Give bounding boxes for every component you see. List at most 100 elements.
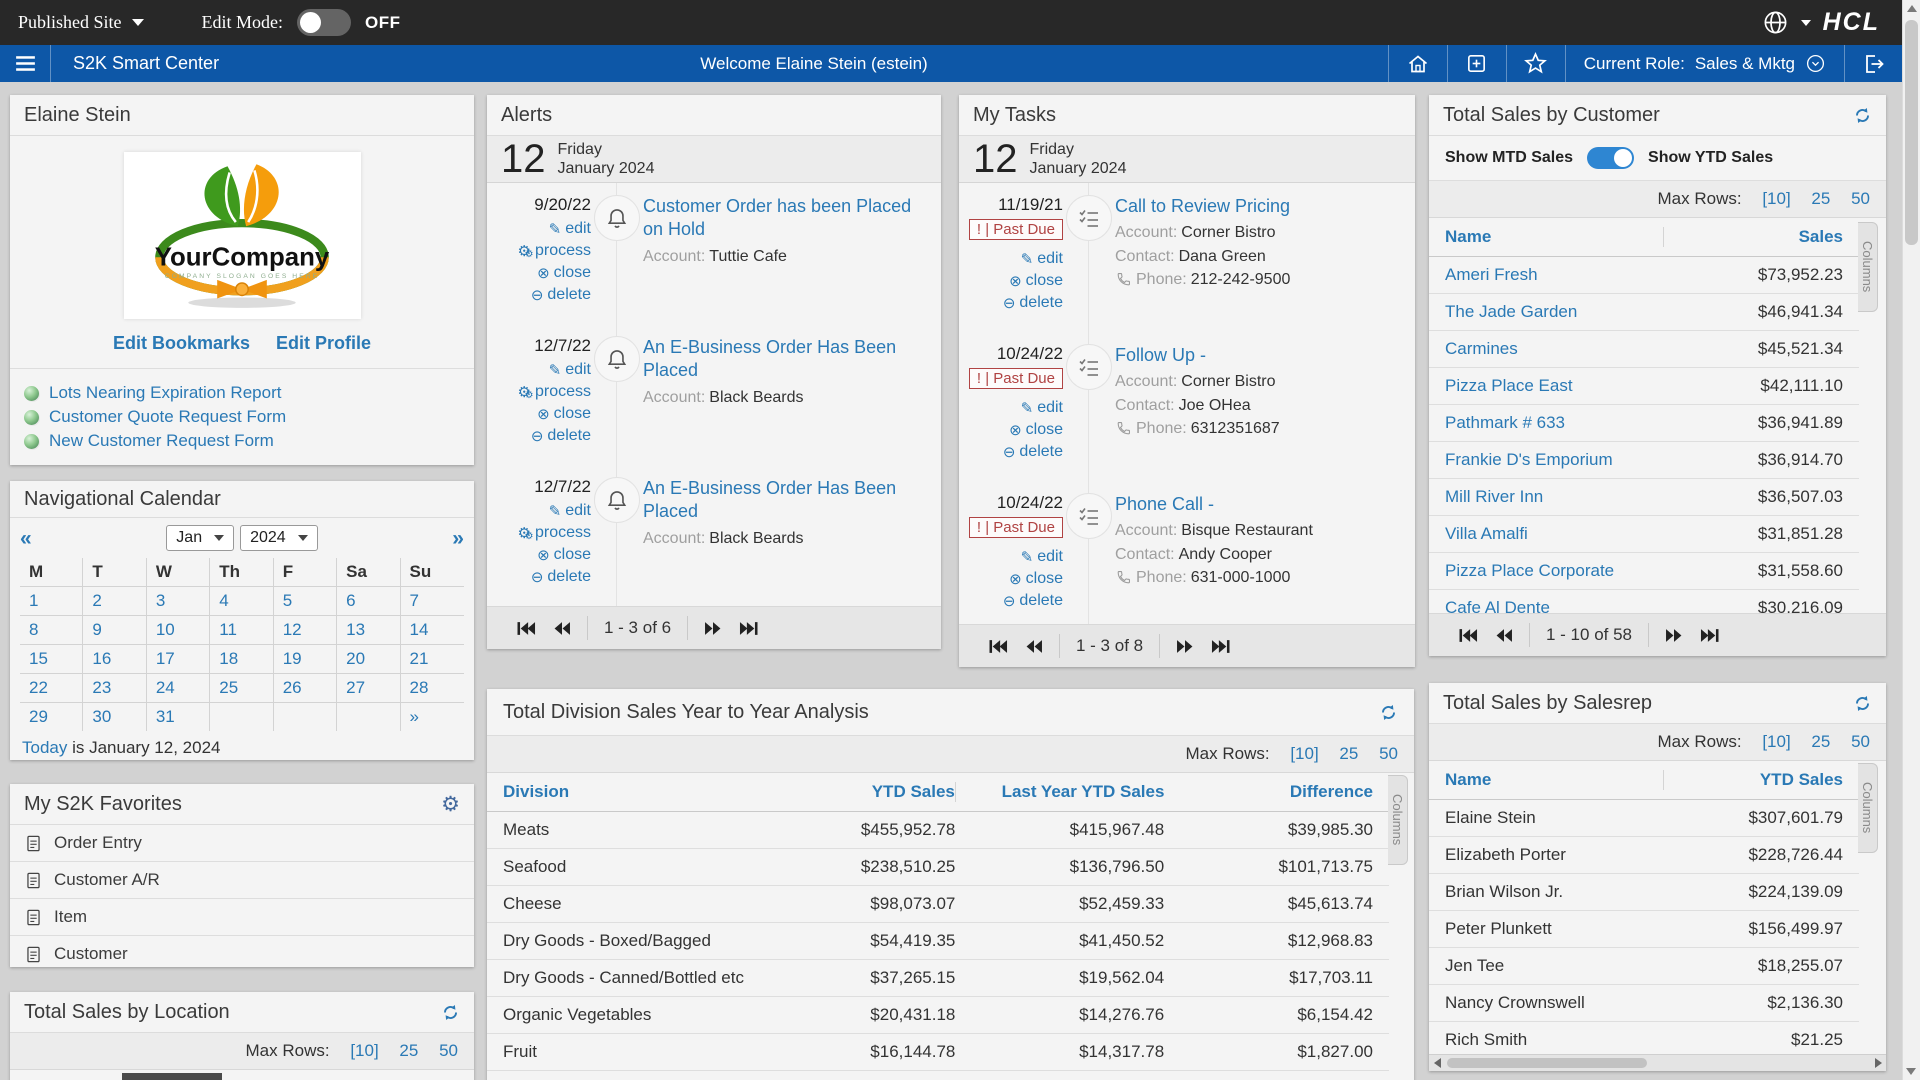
max-rows-10[interactable]: [10]: [1762, 732, 1790, 751]
task-edit-link[interactable]: ✎edit: [959, 399, 1063, 417]
edit-mode-toggle[interactable]: [297, 9, 351, 36]
calendar-day-link[interactable]: 31: [147, 703, 210, 731]
max-rows-25[interactable]: 25: [1811, 732, 1830, 751]
task-delete-link[interactable]: ⊖delete: [959, 592, 1063, 610]
alert-close-link[interactable]: ⊗close: [487, 546, 591, 564]
calendar-day-link[interactable]: 9: [83, 616, 146, 644]
task-title-link[interactable]: Call to Review Pricing: [1115, 195, 1407, 218]
last-page-icon[interactable]: [1210, 638, 1232, 655]
add-page-button[interactable]: [1447, 45, 1506, 82]
bookmark-link[interactable]: Lots Nearing Expiration Report: [49, 383, 281, 403]
task-title-link[interactable]: Phone Call -: [1115, 493, 1407, 516]
refresh-icon[interactable]: [1853, 694, 1872, 713]
month-select[interactable]: Jan: [166, 525, 234, 551]
alert-title-link[interactable]: An E-Business Order Has Been Placed: [643, 477, 933, 524]
calendar-day-link[interactable]: 30: [83, 703, 146, 731]
alert-edit-link[interactable]: ✎edit: [487, 220, 591, 238]
favorite-item[interactable]: Customer: [10, 935, 474, 972]
scrollbar-thumb[interactable]: [1905, 20, 1918, 245]
max-rows-10[interactable]: [10]: [1290, 744, 1318, 763]
alert-edit-link[interactable]: ✎edit: [487, 502, 591, 520]
columns-tab[interactable]: Columns: [1858, 763, 1878, 853]
calendar-day-link[interactable]: 16: [83, 645, 146, 673]
calendar-day-link[interactable]: 21: [401, 645, 464, 673]
calendar-day-link[interactable]: [210, 703, 273, 731]
bookmark-link[interactable]: Customer Quote Request Form: [49, 407, 286, 427]
calendar-day-link[interactable]: 8: [20, 616, 83, 644]
edit-bookmarks-link[interactable]: Edit Bookmarks: [113, 333, 250, 354]
customer-name-link[interactable]: The Jade Garden: [1445, 302, 1664, 322]
calendar-day-link[interactable]: 20: [337, 645, 400, 673]
column-header-difference[interactable]: Difference: [1164, 782, 1373, 802]
calendar-day-link[interactable]: 15: [20, 645, 83, 673]
horizontal-scrollbar[interactable]: [1429, 1054, 1886, 1071]
refresh-icon[interactable]: [1379, 703, 1398, 722]
current-role-dropdown[interactable]: Current Role: Sales & Mktg: [1565, 45, 1844, 82]
customer-name-link[interactable]: Ameri Fresh: [1445, 265, 1664, 285]
max-rows-50[interactable]: 50: [1851, 732, 1870, 751]
column-header-lastyear[interactable]: Last Year YTD Sales: [955, 782, 1165, 802]
calendar-day-link[interactable]: 29: [20, 703, 83, 731]
task-title-link[interactable]: Follow Up -: [1115, 344, 1407, 367]
alert-process-link[interactable]: ⚙⚙process: [487, 383, 591, 401]
alert-title-link[interactable]: Customer Order has been Placed on Hold: [643, 195, 933, 242]
logout-button[interactable]: [1844, 45, 1903, 82]
calendar-day-link[interactable]: [337, 703, 400, 731]
task-edit-link[interactable]: ✎edit: [959, 250, 1063, 268]
alert-delete-link[interactable]: ⊖delete: [487, 427, 591, 445]
home-button[interactable]: [1388, 45, 1447, 82]
alert-process-link[interactable]: ⚙⚙process: [487, 524, 591, 542]
published-site-dropdown[interactable]: Published Site: [18, 12, 144, 33]
year-select[interactable]: 2024: [240, 525, 318, 551]
column-header-name[interactable]: Name: [1445, 227, 1663, 247]
today-link[interactable]: Today: [22, 738, 67, 757]
alert-close-link[interactable]: ⊗close: [487, 405, 591, 423]
scroll-left-button[interactable]: [1429, 1055, 1445, 1071]
max-rows-50[interactable]: 50: [1379, 744, 1398, 763]
calendar-day-link[interactable]: 22: [20, 674, 83, 702]
caret-down-icon[interactable]: [1801, 20, 1811, 26]
last-page-icon[interactable]: [1699, 627, 1721, 644]
first-page-icon[interactable]: [1457, 627, 1479, 644]
calendar-day-link[interactable]: 2: [83, 587, 146, 615]
task-delete-link[interactable]: ⊖delete: [959, 294, 1063, 312]
prev-page-icon[interactable]: [1493, 627, 1515, 644]
calendar-day-link[interactable]: 28: [401, 674, 464, 702]
bookmark-link[interactable]: New Customer Request Form: [49, 431, 274, 451]
scrollbar-thumb[interactable]: [1447, 1058, 1647, 1068]
max-rows-25[interactable]: 25: [399, 1041, 418, 1060]
next-page-icon[interactable]: [1663, 627, 1685, 644]
next-page-icon[interactable]: [702, 620, 724, 637]
mtd-ytd-toggle[interactable]: [1587, 147, 1634, 169]
max-rows-50[interactable]: 50: [439, 1041, 458, 1060]
next-page-icon[interactable]: [1174, 638, 1196, 655]
vertical-scrollbar[interactable]: [1902, 0, 1920, 1080]
calendar-day-link[interactable]: 23: [83, 674, 146, 702]
task-close-link[interactable]: ⊗close: [959, 570, 1063, 588]
task-close-link[interactable]: ⊗close: [959, 421, 1063, 439]
column-header-division[interactable]: Division: [503, 782, 781, 802]
calendar-day-link[interactable]: 5: [274, 587, 337, 615]
customer-name-link[interactable]: Villa Amalfi: [1445, 524, 1664, 544]
first-page-icon[interactable]: [515, 620, 537, 637]
calendar-day-link[interactable]: 24: [147, 674, 210, 702]
gear-icon[interactable]: ⚙: [441, 794, 460, 815]
customer-name-link[interactable]: Mill River Inn: [1445, 487, 1664, 507]
favorite-item[interactable]: Item: [10, 898, 474, 935]
favorite-item[interactable]: Order Entry: [10, 825, 474, 861]
calendar-day-link[interactable]: 25: [210, 674, 273, 702]
task-delete-link[interactable]: ⊖delete: [959, 443, 1063, 461]
alert-close-link[interactable]: ⊗close: [487, 264, 591, 282]
column-header-ytd[interactable]: YTD Sales: [781, 782, 955, 802]
max-rows-50[interactable]: 50: [1851, 189, 1870, 208]
calendar-day-link[interactable]: 18: [210, 645, 273, 673]
alert-delete-link[interactable]: ⊖delete: [487, 568, 591, 586]
prev-page-icon[interactable]: [1023, 638, 1045, 655]
calendar-day-link[interactable]: 27: [337, 674, 400, 702]
globe-icon[interactable]: [1762, 9, 1789, 36]
column-header-sales[interactable]: Sales: [1663, 227, 1843, 247]
calendar-prev-button[interactable]: «: [20, 528, 32, 549]
calendar-day-link[interactable]: 7: [401, 587, 464, 615]
calendar-day-link[interactable]: 1: [20, 587, 83, 615]
max-rows-10[interactable]: [10]: [350, 1041, 378, 1060]
